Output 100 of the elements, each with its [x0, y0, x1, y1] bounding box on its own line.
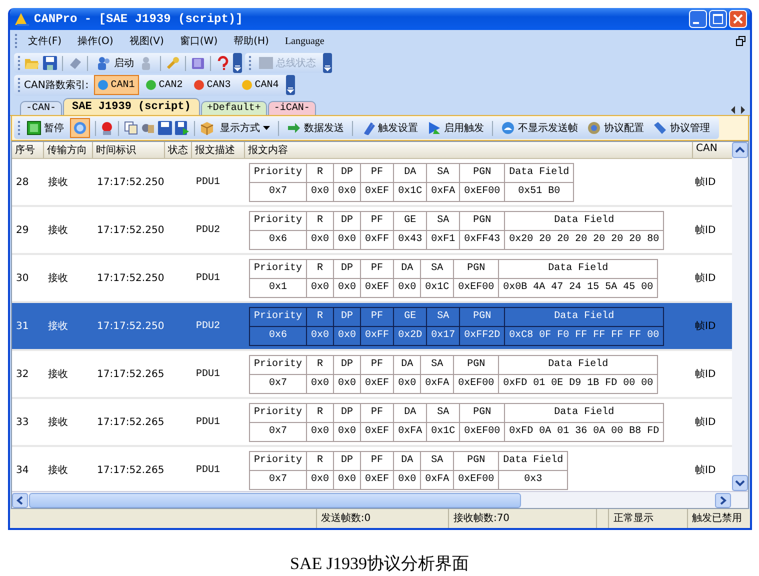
- minimize-icon[interactable]: [689, 10, 707, 28]
- field-value-cell: 0xFA: [426, 182, 460, 201]
- status-text: 触发已禁用: [687, 509, 750, 528]
- menu-item[interactable]: 帮助(H): [228, 32, 275, 50]
- column-header[interactable]: 报文描述: [192, 142, 245, 158]
- column-header[interactable]: 状态: [165, 142, 192, 158]
- horizontal-scrollbar[interactable]: [12, 491, 748, 508]
- field-value-cell: 0x17: [426, 326, 460, 345]
- record-icon[interactable]: [101, 121, 113, 135]
- close-icon[interactable]: [729, 10, 747, 28]
- channel-button[interactable]: CAN1: [94, 75, 139, 95]
- scroll-right-icon[interactable]: [715, 492, 731, 508]
- timestamp-cell: 17:17:52.265: [97, 416, 164, 428]
- field-name-cell: PF: [360, 307, 394, 326]
- description-cell: PDU2: [196, 320, 220, 332]
- package-icon[interactable]: [200, 121, 214, 135]
- tab[interactable]: SAE J1939 (script): [63, 98, 200, 115]
- overflow-icon[interactable]: [323, 53, 332, 73]
- field-name-cell: SA: [426, 403, 460, 422]
- timestamp-cell: 17:17:52.250: [97, 272, 164, 284]
- restore-icon[interactable]: [736, 36, 746, 46]
- field-name-cell: DP: [334, 355, 361, 374]
- field-name-cell: DA: [394, 163, 427, 182]
- save-icon[interactable]: [158, 121, 172, 135]
- column-header[interactable]: 序号: [12, 142, 44, 158]
- field-value-cell: 0xEF00: [454, 470, 499, 489]
- field-name-cell: SA: [426, 307, 460, 326]
- direction-cell: 接收: [48, 465, 68, 476]
- field-name-cell: SA: [426, 211, 460, 230]
- sequence-cell: 32: [16, 368, 29, 380]
- toggle-button[interactable]: [70, 118, 90, 138]
- toolbar-grip-icon: [17, 55, 21, 71]
- menu-item[interactable]: 窗口(W): [174, 32, 224, 50]
- field-value-cell: 0x0: [334, 470, 361, 489]
- column-header[interactable]: 传输方向: [44, 142, 93, 158]
- vertical-scrollbar[interactable]: [732, 142, 748, 491]
- toolbar-grip-icon: [17, 120, 21, 136]
- field-value-cell: 0x1C: [420, 278, 454, 297]
- field-value-cell: 0x0: [306, 422, 334, 441]
- field-name-cell: PF: [360, 451, 394, 470]
- copy-icon[interactable]: [124, 121, 138, 135]
- field-name-cell: PGN: [454, 355, 499, 374]
- timestamp-cell: 17:17:52.265: [97, 464, 164, 476]
- toolbar-button[interactable]: 数据发送: [284, 118, 347, 138]
- channel-button[interactable]: CAN2: [142, 75, 187, 95]
- toolbar-button[interactable]: 协议配置: [584, 118, 647, 138]
- description-cell: PDU2: [196, 224, 220, 236]
- tab[interactable]: -iCAN-: [268, 101, 316, 115]
- menu-item[interactable]: 操作(O): [72, 32, 120, 50]
- field-name-cell: R: [306, 163, 334, 182]
- book-icon[interactable]: [191, 56, 205, 70]
- tab[interactable]: +Default+: [200, 101, 267, 115]
- maximize-icon[interactable]: [709, 10, 727, 28]
- channel-button[interactable]: CAN3: [190, 75, 235, 95]
- channel-button[interactable]: CAN4: [238, 75, 283, 95]
- overflow-icon[interactable]: [286, 75, 295, 95]
- field-name-cell: PGN: [460, 403, 505, 422]
- scroll-left-icon[interactable]: [12, 492, 28, 508]
- menu-item[interactable]: Language: [278, 34, 330, 48]
- caret-icon: [263, 126, 270, 130]
- field-value-cell: 0x2D: [394, 326, 427, 345]
- toolbar-button[interactable]: 启用触发: [424, 118, 487, 138]
- field-value-cell: 0x7: [250, 374, 307, 393]
- field-name-cell: R: [306, 307, 334, 326]
- overflow-icon[interactable]: [233, 53, 242, 73]
- field-value-cell: 0x7: [250, 422, 307, 441]
- toolbar-button[interactable]: 不显示发送帧: [498, 118, 581, 138]
- square-icon: [27, 121, 41, 135]
- field-name-cell: DA: [394, 451, 421, 470]
- sequence-cell: 31: [16, 320, 29, 332]
- save-icon[interactable]: [43, 56, 57, 70]
- app-icon: [14, 12, 30, 26]
- description-cell: PDU1: [196, 272, 220, 284]
- field-value-cell: 0x0: [306, 278, 334, 297]
- field-name-cell: DP: [334, 163, 361, 182]
- help-icon[interactable]: [216, 56, 230, 70]
- description-cell: PDU1: [196, 176, 220, 188]
- field-name-cell: Data Field: [504, 403, 664, 422]
- column-header[interactable]: 报文内容: [245, 142, 693, 158]
- start-button[interactable]: 启动: [93, 53, 138, 73]
- pause-button[interactable]: 暂停: [24, 118, 67, 138]
- save-as-icon[interactable]: [175, 121, 189, 135]
- tab[interactable]: -CAN-: [20, 101, 62, 115]
- field-name-cell: R: [306, 355, 334, 374]
- display-mode-dropdown[interactable]: 显示方式: [217, 118, 273, 138]
- frame-id-cell: 帧ID: [695, 417, 716, 428]
- field-value-cell: 0x0: [334, 422, 361, 441]
- scroll-up-icon[interactable]: [732, 142, 748, 158]
- toolbar-button[interactable]: 触发设置: [358, 118, 421, 138]
- scroll-tabs-icon[interactable]: [730, 105, 746, 115]
- scroll-down-icon[interactable]: [732, 475, 748, 491]
- field-value-cell: 0x0: [306, 326, 334, 345]
- field-name-cell: PGN: [454, 259, 499, 278]
- menu-item[interactable]: 文件(F): [22, 32, 68, 50]
- field-name-cell: SA: [420, 451, 454, 470]
- field-name-cell: PGN: [460, 211, 505, 230]
- menu-item[interactable]: 视图(V): [123, 32, 170, 50]
- column-header[interactable]: 时间标识: [93, 142, 165, 158]
- field-value-cell: 0xFF: [360, 230, 394, 249]
- toolbar-button[interactable]: 协议管理: [650, 118, 713, 138]
